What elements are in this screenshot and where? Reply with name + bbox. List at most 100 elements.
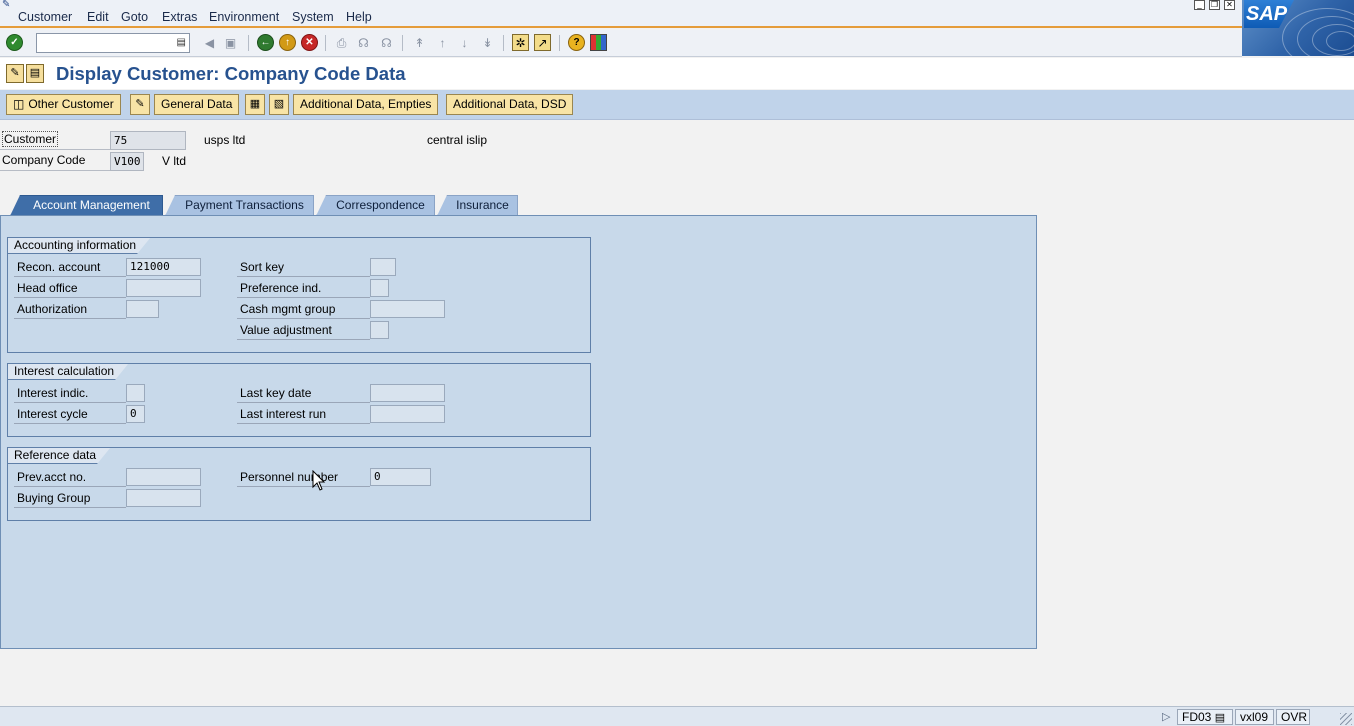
customer-field[interactable]: 75: [110, 131, 186, 150]
next-page-icon[interactable]: ↓: [456, 34, 473, 51]
find-icon[interactable]: ☊: [355, 34, 372, 51]
cash-mgmt-group-field[interactable]: [370, 300, 445, 318]
status-bar: ▷ FD03 ▤ vxl09 OVR: [0, 706, 1354, 726]
resize-grip-icon[interactable]: [1340, 713, 1352, 725]
reference-data-group: Reference data Prev.acct no. Buying Grou…: [7, 447, 591, 521]
accounting-information-group: Accounting information Recon. account 12…: [7, 237, 591, 353]
server-name: vxl09: [1235, 709, 1274, 725]
buying-group-field[interactable]: [126, 489, 201, 507]
additional-data-dsd-button[interactable]: Additional Data, DSD: [446, 94, 574, 115]
create-session-icon[interactable]: ✲: [512, 34, 529, 51]
system-menu-icon[interactable]: ✎: [2, 0, 14, 10]
command-field[interactable]: ▤: [36, 33, 190, 53]
interest-indic-field[interactable]: [126, 384, 145, 402]
personnel-number-label: Personnel number: [237, 468, 370, 487]
input-mode[interactable]: OVR: [1276, 709, 1310, 725]
menu-bar: ✎ Customer Edit Goto Extras Environment …: [0, 0, 1354, 28]
tab-account-management[interactable]: Account Management: [10, 195, 163, 216]
close-icon[interactable]: ✕: [1224, 0, 1235, 10]
title-icons: ✎ ▤: [6, 64, 46, 84]
head-office-field[interactable]: [126, 279, 201, 297]
general-data-label: General Data: [161, 97, 233, 111]
last-interest-run-field[interactable]: [370, 405, 445, 423]
authorization-label: Authorization: [14, 300, 126, 319]
previous-page-icon[interactable]: ↑: [434, 34, 451, 51]
sap-logo: SAP: [1242, 0, 1354, 56]
sort-key-field[interactable]: [370, 258, 396, 276]
menu-customer[interactable]: Customer: [18, 10, 72, 24]
find-next-icon[interactable]: ☊: [378, 34, 395, 51]
transaction-code-text: FD03: [1182, 710, 1212, 724]
command-history-icon[interactable]: ▤: [177, 37, 186, 48]
menu-extras[interactable]: Extras: [162, 10, 197, 24]
company-code-field[interactable]: V100: [110, 152, 144, 171]
recon-account-field[interactable]: 121000: [126, 258, 201, 276]
authorization-field[interactable]: [126, 300, 159, 318]
last-page-icon[interactable]: ↡: [479, 34, 496, 51]
status-expand-icon[interactable]: ▷: [1162, 710, 1170, 723]
cash-mgmt-group-label: Cash mgmt group: [237, 300, 370, 319]
standard-toolbar: ✓ ▤ ◀ ▣ ← ↑ ✕ ⎙ ☊ ☊ ↟ ↑ ↓ ↡ ✲ ↗ ?: [0, 30, 1242, 57]
pencil-glasses-icon: ✎: [135, 98, 145, 110]
last-key-date-field[interactable]: [370, 384, 445, 402]
interest-indic-label: Interest indic.: [14, 384, 126, 403]
document-icon[interactable]: ▤: [26, 64, 44, 83]
save-icon[interactable]: ▣: [222, 34, 239, 51]
minimize-icon[interactable]: _: [1194, 0, 1205, 10]
additional-data-empties-button[interactable]: Additional Data, Empties: [293, 94, 439, 115]
interest-cycle-field[interactable]: 0: [126, 405, 145, 423]
exit-icon[interactable]: ↑: [279, 34, 296, 51]
sales-area-icon: ▧: [273, 98, 285, 110]
tab-correspondence[interactable]: Correspondence: [316, 195, 435, 216]
buying-group-label: Buying Group: [14, 489, 126, 508]
interest-cycle-label: Interest cycle: [14, 405, 126, 424]
shortcut-icon[interactable]: ↗: [534, 34, 551, 51]
tab-panel-account-management: Accounting information Recon. account 12…: [0, 215, 1037, 649]
value-adjustment-label: Value adjustment: [237, 321, 370, 340]
menu-goto[interactable]: Goto: [121, 10, 148, 24]
accounting-information-title: Accounting information: [8, 238, 151, 254]
customer-label: Customer: [0, 131, 110, 150]
other-customer-button[interactable]: ◫ Other Customer: [6, 94, 121, 115]
prev-acct-no-label: Prev.acct no.: [14, 468, 126, 487]
customize-layout-icon[interactable]: [590, 34, 607, 51]
tab-payment-transactions[interactable]: Payment Transactions: [165, 195, 314, 216]
session-list-icon[interactable]: ▤: [1215, 712, 1225, 724]
enter-icon[interactable]: ✓: [6, 34, 23, 51]
interest-calculation-title: Interest calculation: [8, 364, 129, 380]
preference-ind-field[interactable]: [370, 279, 389, 297]
general-data-button[interactable]: General Data: [154, 94, 240, 115]
last-key-date-label: Last key date: [237, 384, 370, 403]
last-interest-run-label: Last interest run: [237, 405, 370, 424]
company-code-icon: ▦: [249, 98, 261, 110]
menu-environment[interactable]: Environment: [209, 10, 279, 24]
personnel-number-field[interactable]: 0: [370, 468, 431, 486]
display-change-button[interactable]: ✎: [130, 94, 150, 115]
menu-help[interactable]: Help: [346, 10, 372, 24]
sales-area-data-button[interactable]: ▧: [269, 94, 289, 115]
other-customer-label: Other Customer: [28, 97, 114, 111]
value-adjustment-field[interactable]: [370, 321, 389, 339]
menu-system[interactable]: System: [292, 10, 334, 24]
tab-insurance[interactable]: Insurance: [437, 195, 518, 216]
application-toolbar: ◫ Other Customer ✎ General Data ▦ ▧ Addi…: [0, 90, 1354, 120]
prev-acct-no-field[interactable]: [126, 468, 201, 486]
transaction-code: FD03 ▤: [1177, 709, 1233, 725]
display-change-icon[interactable]: ✎: [6, 64, 24, 83]
company-code-data-button[interactable]: ▦: [245, 94, 265, 115]
customer-city: central islip: [427, 133, 488, 147]
menu-edit[interactable]: Edit: [87, 10, 109, 24]
mouse-cursor-icon: [312, 470, 326, 491]
additional-data-empties-label: Additional Data, Empties: [300, 97, 432, 111]
collapse-icon[interactable]: ◀: [201, 34, 218, 51]
recon-account-label: Recon. account: [14, 258, 126, 277]
back-icon[interactable]: ←: [257, 34, 274, 51]
cancel-icon[interactable]: ✕: [301, 34, 318, 51]
restore-icon[interactable]: ❐: [1209, 0, 1220, 10]
help-icon[interactable]: ?: [568, 34, 585, 51]
company-code-name: V ltd: [162, 154, 187, 168]
print-icon[interactable]: ⎙: [333, 34, 350, 51]
company-code-label: Company Code: [0, 152, 110, 171]
head-office-label: Head office: [14, 279, 126, 298]
first-page-icon[interactable]: ↟: [411, 34, 428, 51]
